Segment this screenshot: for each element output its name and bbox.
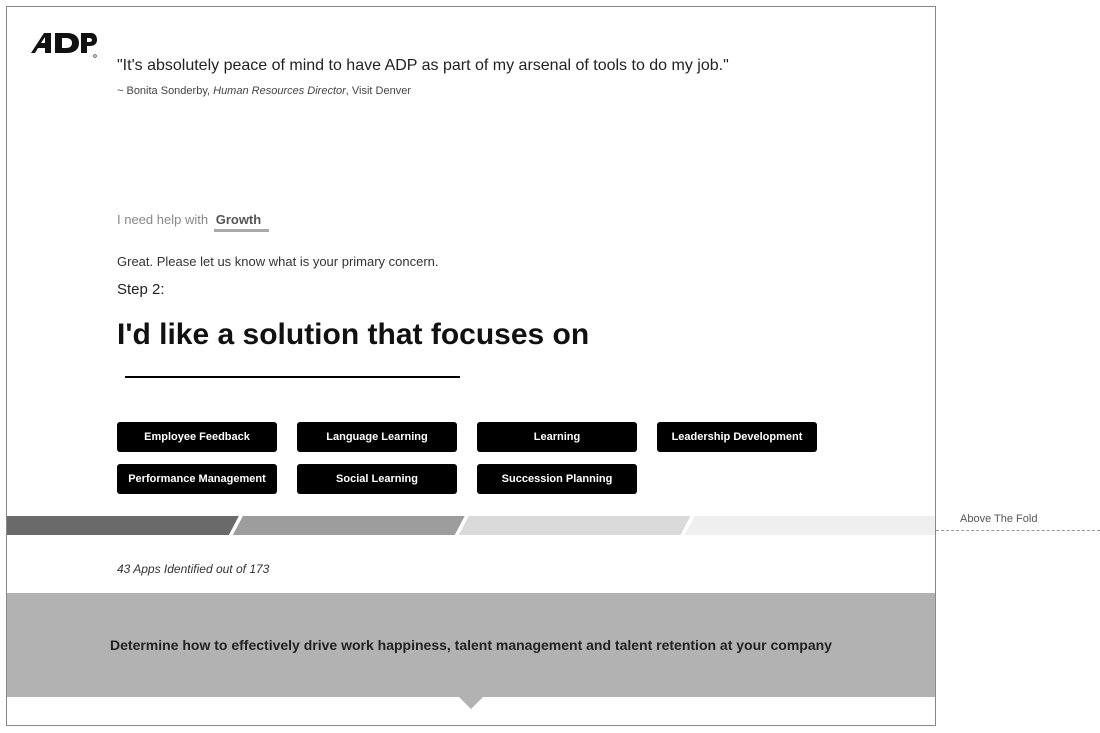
testimonial-quote: "It's absolutely peace of mind to have A… (117, 57, 887, 75)
option-employee-feedback[interactable]: Employee Feedback (117, 422, 277, 452)
progress-seg-3 (459, 516, 691, 535)
headline-text: I'd like a solution that focuses on (117, 318, 589, 351)
progress-seg-1 (7, 516, 239, 535)
option-buttons: Employee Feedback Language Learning Lear… (117, 422, 887, 494)
fold-line (936, 530, 1100, 531)
headline-blank[interactable] (125, 376, 460, 378)
banner: Determine how to effectively drive work … (7, 593, 935, 697)
option-leadership-development[interactable]: Leadership Development (657, 422, 817, 452)
option-language-learning[interactable]: Language Learning (297, 422, 457, 452)
help-line: I need help with Growth (117, 212, 887, 232)
attribution-name: ~ Bonita Sonderby, (117, 85, 213, 97)
option-succession-planning[interactable]: Succession Planning (477, 464, 637, 494)
help-label: I need help with (117, 212, 208, 227)
banner-pointer-icon (459, 697, 483, 709)
banner-text: Determine how to effectively drive work … (110, 637, 832, 653)
option-learning[interactable]: Learning (477, 422, 637, 452)
step-label: Step 2: (117, 281, 887, 298)
fold-label: Above The Fold (960, 513, 1037, 525)
headline: I'd like a solution that focuses on (117, 318, 887, 386)
help-selection[interactable]: Growth (214, 212, 270, 232)
result-count: 43 Apps Identified out of 173 (117, 562, 887, 576)
testimonial-attribution: ~ Bonita Sonderby, Human Resources Direc… (117, 85, 887, 97)
option-performance-management[interactable]: Performance Management (117, 464, 277, 494)
instruction-text: Great. Please let us know what is your p… (117, 254, 887, 269)
progress-seg-2 (233, 516, 465, 535)
attribution-title: Human Resources Director (213, 85, 346, 97)
progress-bar (7, 516, 935, 535)
progress-seg-4 (685, 516, 935, 535)
adp-logo (29, 31, 97, 64)
option-social-learning[interactable]: Social Learning (297, 464, 457, 494)
page-frame: "It's absolutely peace of mind to have A… (6, 6, 936, 726)
attribution-company: , Visit Denver (346, 85, 411, 97)
